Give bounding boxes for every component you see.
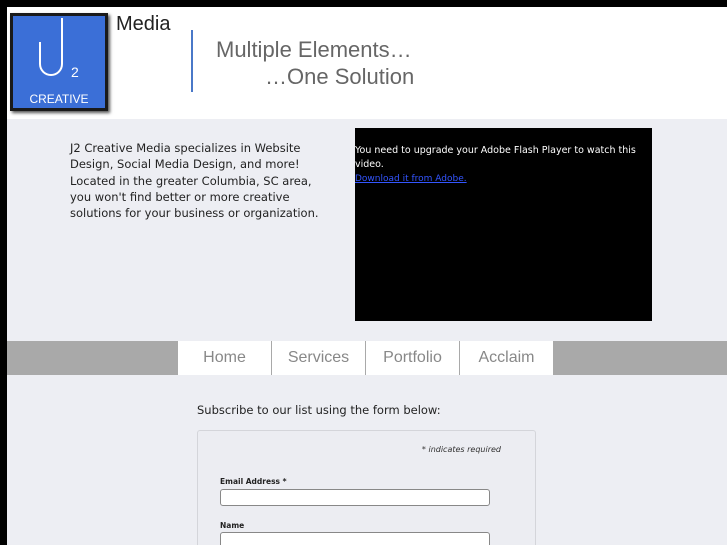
download-flash-link[interactable]: Download it from Adobe. [355,174,467,184]
tagline-line-1: Multiple Elements… [216,37,412,62]
nav-services[interactable]: Services [272,341,366,375]
name-field[interactable] [220,532,490,545]
logo-creative-text: CREATIVE [29,92,89,106]
intro-text: J2 Creative Media specializes in Website… [70,141,319,221]
subscribe-heading: Subscribe to our list using the form bel… [197,403,441,417]
email-field[interactable] [220,489,490,506]
flash-upgrade-message: You need to upgrade your Adobe Flash Pla… [355,145,636,170]
name-label: Name [220,521,245,530]
site-header: 2 CREATIVE Media Multiple Elements… …One… [7,7,727,119]
email-label: Email Address * [220,477,287,486]
logo-media-word: Media [116,13,171,35]
nav-home[interactable]: Home [178,341,272,375]
tagline-line-2: …One Solution [265,64,415,89]
nav-acclaim[interactable]: Acclaim [460,341,554,375]
page-frame: 2 CREATIVE Media Multiple Elements… …One… [7,7,727,545]
logo-superscript: 2 [71,64,79,80]
subscribe-form: * indicates required Email Address * Nam… [197,430,536,545]
nav-portfolio[interactable]: Portfolio [366,341,460,375]
header-divider [191,30,193,92]
flash-video-player[interactable]: You need to upgrade your Adobe Flash Pla… [355,128,652,321]
main-nav-bar: Home Services Portfolio Acclaim [7,341,727,375]
logo-j-mark [39,18,63,76]
j2-creative-logo[interactable]: 2 CREATIVE [10,13,108,111]
required-note: * indicates required [421,445,501,454]
